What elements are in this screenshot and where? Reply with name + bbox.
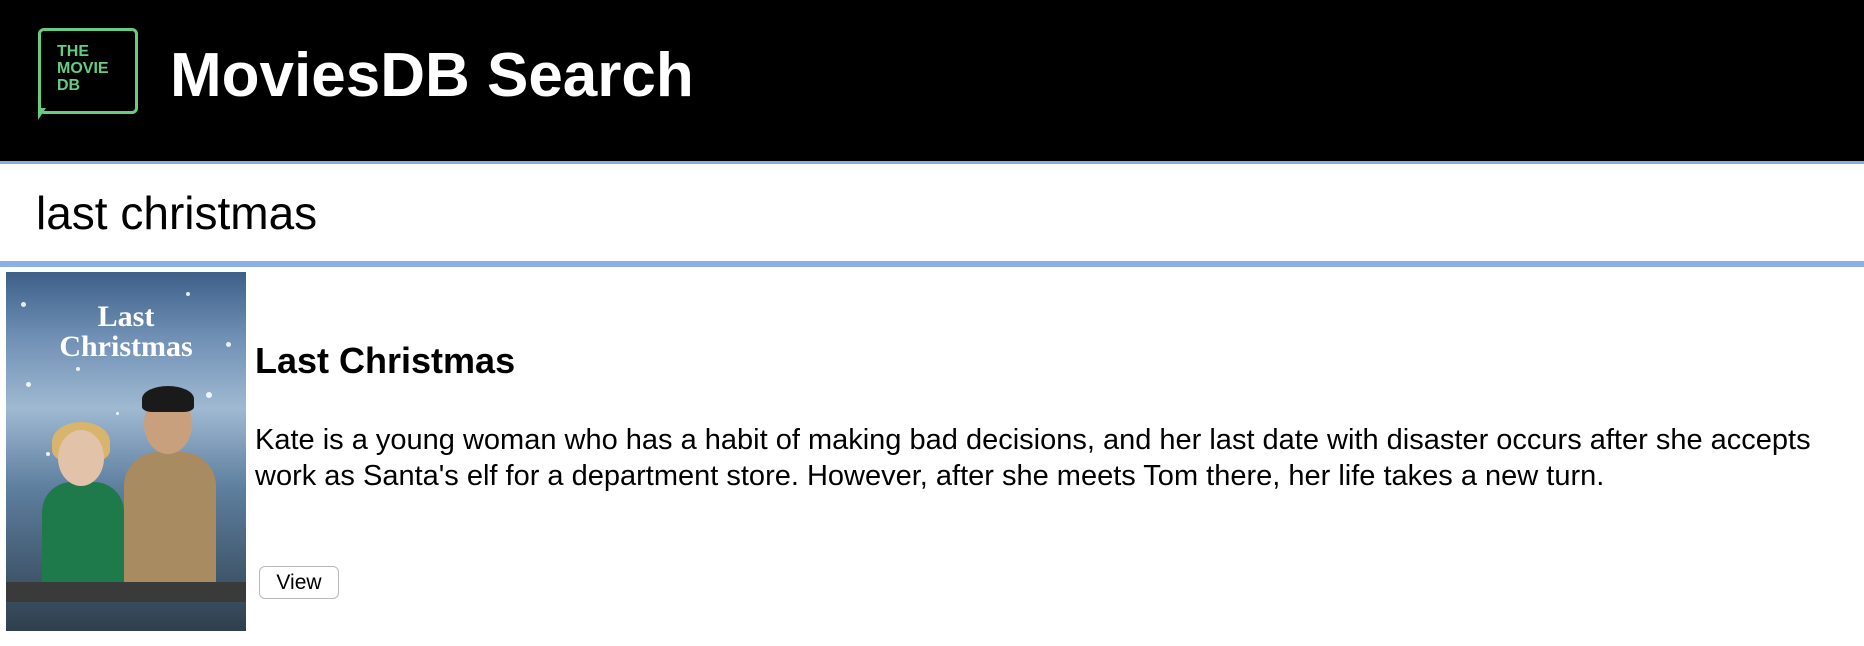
- search-bar: [0, 161, 1864, 267]
- movie-poster: Last Christmas: [6, 272, 246, 631]
- poster-figure-left: [42, 482, 124, 592]
- movie-title: Last Christmas: [255, 340, 516, 381]
- movie-overview: Kate is a young woman who has a habit of…: [255, 424, 1811, 492]
- logo-speech-tail: [38, 108, 46, 120]
- tmdb-logo: THE MOVIE DB: [38, 28, 138, 120]
- poster-title: Last Christmas: [59, 300, 193, 363]
- app-header: THE MOVIE DB MoviesDB Search: [0, 0, 1864, 161]
- search-input[interactable]: [0, 164, 1864, 261]
- poster-figure-right: [124, 452, 216, 592]
- app-title: MoviesDB Search: [170, 41, 694, 110]
- logo-text: THE MOVIE DB: [57, 43, 109, 94]
- poster-bench: [6, 582, 246, 602]
- result-item: Last Christmas Last Christmas Kate is a …: [0, 272, 1864, 632]
- view-button[interactable]: View: [259, 566, 339, 599]
